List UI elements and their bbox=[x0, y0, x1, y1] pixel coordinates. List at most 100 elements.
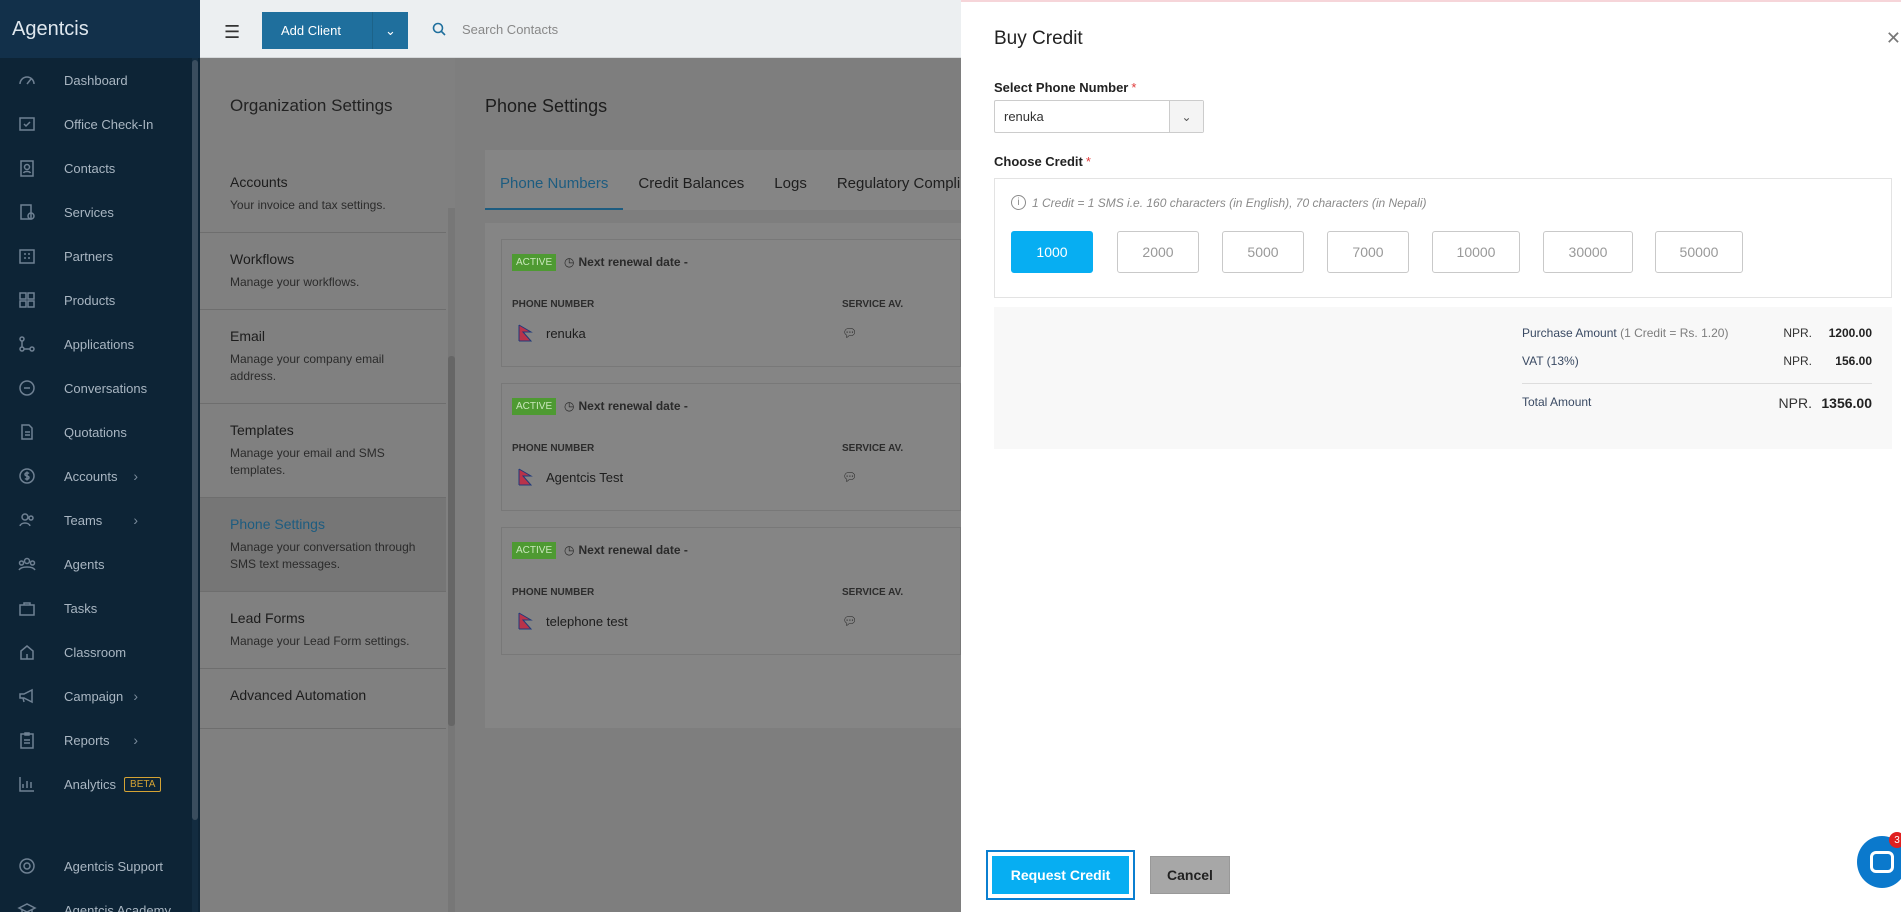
sidebar-item-dashboard[interactable]: Dashboard bbox=[0, 58, 200, 102]
settings-item-title: Accounts bbox=[230, 174, 288, 190]
settings-item-workflows[interactable]: Workflows Manage your workflows. bbox=[200, 233, 446, 310]
add-client-label: Add Client bbox=[281, 23, 341, 38]
beta-badge: BETA bbox=[124, 776, 162, 792]
sidebar-bottom: Agentcis Support Agentcis Academy bbox=[0, 844, 192, 912]
brand-logo[interactable]: Agentcis bbox=[0, 0, 200, 58]
sidebar-item-analytics[interactable]: Analytics BETA bbox=[0, 762, 200, 806]
settings-item-lead-forms[interactable]: Lead Forms Manage your Lead Form setting… bbox=[200, 592, 446, 669]
purchase-label-text: Purchase Amount bbox=[1522, 326, 1617, 340]
summary-divider bbox=[1522, 383, 1872, 384]
credit-option-2000[interactable]: 2000 bbox=[1117, 231, 1199, 273]
credit-option-5000[interactable]: 5000 bbox=[1222, 231, 1304, 273]
vat-currency: NPR. bbox=[1783, 354, 1812, 368]
search-input[interactable] bbox=[462, 18, 762, 40]
clipboard-icon bbox=[16, 730, 38, 750]
credit-option-30000[interactable]: 30000 bbox=[1543, 231, 1633, 273]
sidebar-item-label: Applications bbox=[64, 336, 135, 352]
chevron-right-icon: › bbox=[133, 688, 138, 704]
sidebar-item-label: Tasks bbox=[64, 600, 98, 616]
phone-number-label-text: Select Phone Number bbox=[994, 80, 1129, 95]
sidebar-item-services[interactable]: Services bbox=[0, 190, 200, 234]
credit-option-7000[interactable]: 7000 bbox=[1327, 231, 1409, 273]
close-icon[interactable]: ✕ bbox=[1886, 28, 1901, 49]
add-client-button[interactable]: Add Client ⌄ bbox=[262, 12, 408, 49]
settings-item-accounts[interactable]: Accounts Your invoice and tax settings. bbox=[200, 156, 446, 233]
settings-item-desc: Manage your company email address. bbox=[230, 352, 385, 383]
nepal-flag-icon bbox=[518, 468, 533, 486]
settings-item-phone-settings[interactable]: Phone Settings Manage your conversation … bbox=[200, 498, 446, 592]
sidebar-item-products[interactable]: Products bbox=[0, 278, 200, 322]
tab-logs[interactable]: Logs bbox=[759, 175, 822, 210]
sidebar-item-agents[interactable]: Agents bbox=[0, 542, 200, 586]
search-icon bbox=[432, 22, 446, 40]
sidebar-item-classroom[interactable]: Classroom bbox=[0, 630, 200, 674]
phone-number-list: ACTIVE ◷ Next renewal date - PHONE NUMBER… bbox=[485, 223, 961, 728]
sidebar-item-reports[interactable]: Reports › bbox=[0, 718, 200, 762]
sidebar-item-label: Reports bbox=[64, 732, 110, 748]
settings-item-desc: Manage your workflows. bbox=[230, 275, 360, 289]
sidebar-item-academy[interactable]: Agentcis Academy bbox=[0, 888, 192, 912]
sidebar-item-label: Classroom bbox=[64, 644, 127, 660]
settings-item-title: Lead Forms bbox=[230, 610, 305, 626]
tab-regulatory-compliance[interactable]: Regulatory Compli bbox=[822, 175, 975, 210]
chevron-down-icon[interactable]: ⌄ bbox=[372, 12, 408, 49]
sidebar-item-teams[interactable]: Teams › bbox=[0, 498, 200, 542]
building-icon bbox=[16, 246, 38, 266]
tabs: Phone Numbers Credit Balances Logs Regul… bbox=[485, 150, 961, 210]
sidebar-item-tasks[interactable]: Tasks bbox=[0, 586, 200, 630]
academy-icon bbox=[16, 900, 38, 912]
cancel-button[interactable]: Cancel bbox=[1150, 856, 1230, 894]
sidebar-item-quotations[interactable]: Quotations bbox=[0, 410, 200, 454]
services-icon bbox=[16, 202, 38, 222]
request-credit-label: Request Credit bbox=[992, 856, 1129, 894]
service-header: SERVICE AV. bbox=[842, 587, 904, 598]
tab-credit-balances[interactable]: Credit Balances bbox=[623, 175, 759, 210]
phone-number-card: ACTIVE ◷ Next renewal date - PHONE NUMBER… bbox=[501, 527, 961, 655]
sms-icon: 💬︎ bbox=[842, 470, 858, 484]
sms-icon: 💬︎ bbox=[842, 326, 858, 340]
settings-item-templates[interactable]: Templates Manage your email and SMS temp… bbox=[200, 404, 446, 498]
renewal-text: Next renewal date - bbox=[578, 399, 688, 413]
megaphone-icon bbox=[16, 686, 38, 706]
chevron-right-icon: › bbox=[133, 512, 138, 528]
total-amount-value: 1356.00 bbox=[1821, 395, 1872, 411]
chevron-down-icon[interactable]: ⌄ bbox=[1169, 101, 1203, 132]
tab-phone-numbers[interactable]: Phone Numbers bbox=[485, 175, 624, 210]
sidebar-item-campaign[interactable]: Campaign › bbox=[0, 674, 200, 718]
sidebar-item-support[interactable]: Agentcis Support bbox=[0, 844, 192, 888]
phone-number-name: telephone test bbox=[546, 614, 628, 629]
settings-item-email[interactable]: Email Manage your company email address. bbox=[200, 310, 446, 404]
vat-amount-value: 156.00 bbox=[1835, 354, 1872, 368]
sidebar-scrollbar[interactable] bbox=[192, 58, 198, 912]
renewal-date: ◷ Next renewal date - bbox=[564, 543, 688, 557]
credit-options-box: i 1 Credit = 1 SMS i.e. 160 characters (… bbox=[994, 178, 1892, 298]
purchase-amount-label: Purchase Amount (1 Credit = Rs. 1.20) bbox=[1522, 326, 1728, 340]
phone-number-select[interactable]: renuka ⌄ bbox=[994, 100, 1204, 133]
credit-option-50000[interactable]: 50000 bbox=[1655, 231, 1743, 273]
sidebar-item-conversations[interactable]: Conversations bbox=[0, 366, 200, 410]
sidebar-item-applications[interactable]: Applications bbox=[0, 322, 200, 366]
contacts-icon bbox=[16, 158, 38, 178]
settings-scroll-thumb[interactable] bbox=[448, 356, 455, 726]
total-label: Total Amount bbox=[1522, 395, 1592, 409]
users-icon bbox=[16, 510, 38, 530]
sidebar-item-contacts[interactable]: Contacts bbox=[0, 146, 200, 190]
settings-item-advanced-automation[interactable]: Advanced Automation bbox=[200, 669, 446, 729]
sidebar-item-accounts[interactable]: Accounts › bbox=[0, 454, 200, 498]
sidebar-item-office-check-in[interactable]: Office Check-In bbox=[0, 102, 200, 146]
request-credit-button[interactable]: Request Credit bbox=[986, 850, 1135, 900]
required-marker: * bbox=[1085, 154, 1091, 169]
required-marker: * bbox=[1131, 80, 1137, 95]
settings-scrollbar[interactable] bbox=[448, 208, 455, 912]
credit-option-1000[interactable]: 1000 bbox=[1011, 231, 1093, 273]
settings-item-desc: Manage your Lead Form settings. bbox=[230, 634, 410, 648]
settings-item-title: Email bbox=[230, 328, 266, 344]
sidebar-scroll-thumb[interactable] bbox=[192, 60, 198, 820]
menu-icon[interactable]: ☰ bbox=[224, 22, 240, 43]
choose-credit-label-text: Choose Credit bbox=[994, 154, 1083, 169]
sidebar-item-partners[interactable]: Partners bbox=[0, 234, 200, 278]
check-in-icon bbox=[16, 114, 38, 134]
credit-option-10000[interactable]: 10000 bbox=[1432, 231, 1520, 273]
document-icon bbox=[16, 422, 38, 442]
settings-item-title: Advanced Automation bbox=[230, 687, 367, 703]
